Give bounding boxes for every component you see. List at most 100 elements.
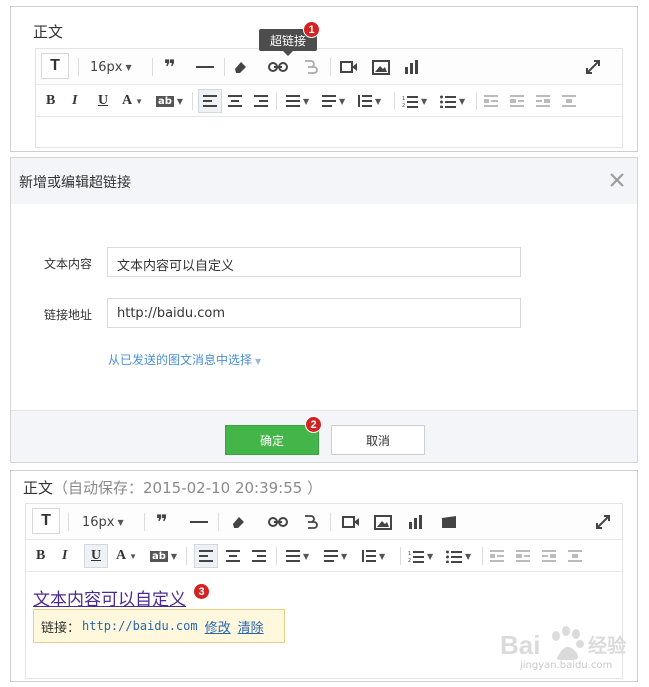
image-button[interactable] <box>372 55 390 79</box>
dialog-title: 新增或编辑超链接 <box>19 175 131 191</box>
bold-button[interactable]: B <box>46 89 55 113</box>
horizontal-rule-icon <box>190 521 208 523</box>
clear-link-button[interactable]: 清除 <box>238 617 264 636</box>
bold-button[interactable]: B <box>36 544 45 568</box>
ordered-list-icon: 12 <box>402 95 418 108</box>
ordered-list-button[interactable]: 1 2 ▼ <box>408 544 433 568</box>
font-color-button[interactable]: A ▼ <box>116 544 137 568</box>
align-left-button[interactable] <box>194 544 218 568</box>
unordered-list-button[interactable]: ▼ <box>446 544 471 568</box>
card-button[interactable] <box>440 510 458 534</box>
bar-chart-icon <box>409 515 422 529</box>
align-right-button[interactable] <box>252 544 266 568</box>
chevron-down-icon: ▼ <box>379 551 386 561</box>
toolbar-row-2: B I U A ▼ ab ▼ ▼ ▼ ▼ 1 2 ▼ ▼ <box>26 540 622 572</box>
unordered-list-button[interactable]: ▼ <box>440 89 465 113</box>
hyperlink-button[interactable] <box>268 510 288 534</box>
align-left-icon <box>199 550 213 562</box>
float-left-button[interactable] <box>510 89 524 113</box>
ordered-list-button[interactable]: 1 2 ▼ <box>402 89 427 113</box>
toolbar-divider <box>78 58 79 76</box>
toolbar-divider <box>400 547 401 565</box>
chevron-down-icon: ▼ <box>303 551 310 561</box>
align-left-button[interactable] <box>198 89 222 113</box>
text-content-input[interactable]: 文本内容可以自定义 <box>107 247 521 277</box>
clear-format-button[interactable] <box>232 55 248 79</box>
hyperlink-button[interactable] <box>268 55 288 79</box>
toolbar-divider <box>394 92 395 110</box>
line-height-button[interactable]: ▼ <box>358 89 381 113</box>
horizontal-rule-button[interactable] <box>190 510 208 534</box>
blockquote-button[interactable]: ❞ <box>156 510 168 534</box>
row-spacing-top-button[interactable]: ▼ <box>286 544 309 568</box>
row-spacing-top-button[interactable]: ▼ <box>286 89 309 113</box>
card-icon <box>442 516 456 528</box>
quote-icon: ❞ <box>164 55 176 79</box>
clear-format-button[interactable] <box>230 510 246 534</box>
horizontal-rule-icon <box>196 66 214 68</box>
link-url-input[interactable]: http://baidu.com <box>107 298 521 328</box>
align-center-button[interactable] <box>228 89 242 113</box>
chart-button[interactable] <box>404 55 420 79</box>
indent-button[interactable] <box>490 544 504 568</box>
align-center-button[interactable] <box>226 544 240 568</box>
center-block-button[interactable] <box>562 89 576 113</box>
link-popup-url[interactable]: http://baidu.com <box>82 619 198 633</box>
font-size-select[interactable]: 16px ▼ <box>82 510 124 534</box>
horizontal-rule-button[interactable] <box>196 55 214 79</box>
float-left-icon <box>510 95 524 107</box>
video-button[interactable] <box>342 510 360 534</box>
edit-link-button[interactable]: 修改 <box>205 617 231 636</box>
fullscreen-button[interactable] <box>596 510 610 534</box>
close-icon <box>610 173 624 187</box>
float-left-button[interactable] <box>516 544 530 568</box>
text-format-button[interactable]: T <box>41 53 69 79</box>
float-right-button[interactable] <box>536 89 550 113</box>
unordered-list-icon <box>440 95 456 108</box>
chevron-down-icon: ▼ <box>125 62 132 72</box>
step-badge: 1 <box>303 21 320 38</box>
editor-title: 正文 <box>33 23 64 41</box>
toolbar-divider <box>218 513 219 531</box>
indent-button[interactable] <box>484 89 498 113</box>
italic-button[interactable]: I <box>72 89 77 113</box>
underline-button[interactable]: U <box>84 544 108 568</box>
highlight-button[interactable]: ab ▼ <box>156 89 183 113</box>
confirm-button[interactable]: 确定 <box>225 425 319 455</box>
highlight-button[interactable]: ab ▼ <box>150 544 177 568</box>
toolbar-divider <box>476 92 477 110</box>
blockquote-button[interactable]: ❞ <box>164 55 176 79</box>
cancel-button[interactable]: 取消 <box>331 425 425 455</box>
align-right-icon <box>252 550 266 562</box>
unlink-button[interactable] <box>302 55 320 79</box>
underline-button[interactable]: U <box>98 89 108 113</box>
chevron-down-icon: ▼ <box>129 551 138 561</box>
italic-button[interactable]: I <box>62 544 67 568</box>
float-right-icon <box>536 95 550 107</box>
video-button[interactable] <box>340 55 358 79</box>
text-format-button[interactable]: T <box>32 508 60 534</box>
center-block-button[interactable] <box>568 544 582 568</box>
unlink-button[interactable] <box>302 510 320 534</box>
toolbar-divider <box>144 513 145 531</box>
chevron-down-icon: ▼ <box>255 357 262 366</box>
toolbar-divider <box>276 92 277 110</box>
close-button[interactable] <box>607 170 627 190</box>
editor-title-row: 正文（自动保存：2015-02-10 20:39:55 ） <box>23 477 322 498</box>
row-spacing-bottom-button[interactable]: ▼ <box>322 89 345 113</box>
align-right-button[interactable] <box>254 89 268 113</box>
fullscreen-button[interactable] <box>586 55 600 79</box>
row-spacing-bottom-button[interactable]: ▼ <box>324 544 347 568</box>
editor-hyperlink-text[interactable]: 文本内容可以自定义 <box>33 585 186 610</box>
image-button[interactable] <box>374 510 392 534</box>
float-right-button[interactable] <box>542 544 556 568</box>
svg-text:经验: 经验 <box>588 634 627 657</box>
select-from-sent-messages-link[interactable]: 从已发送的图文消息中选择 ▼ <box>108 351 261 368</box>
line-height-button[interactable]: ▼ <box>362 544 385 568</box>
font-size-select[interactable]: 16px ▼ <box>90 55 132 79</box>
editor-panel-top: 正文 T 16px ▼ ❞ B I U A ▼ ab ▼ ▼ ▼ ▼ 1 2 ▼… <box>10 6 638 152</box>
toolbar-divider <box>152 58 153 76</box>
svg-text:1: 1 <box>408 551 411 557</box>
chart-button[interactable] <box>408 510 424 534</box>
font-color-button[interactable]: A ▼ <box>122 89 143 113</box>
